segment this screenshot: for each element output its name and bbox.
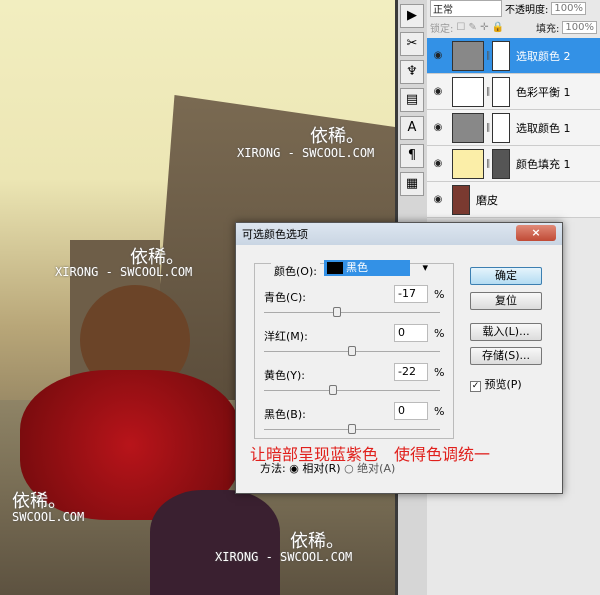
color-label: 颜色(O): (271, 263, 320, 279)
selective-color-dialog: 可选颜色选项 × 颜色(O): 黑色 ▾ 青色(C): -17 % 洋红(M): … (235, 222, 563, 494)
method-label: 方法: (260, 462, 286, 475)
dropdown-arrow-icon[interactable]: ▾ (422, 260, 428, 276)
link-icon: ∥ (485, 86, 491, 97)
tools-icon[interactable]: ✂ (400, 32, 424, 56)
slider-value-input[interactable]: 0 (394, 324, 428, 342)
ok-button[interactable]: 确定 (470, 267, 542, 285)
layer-name: 磨皮 (476, 193, 498, 207)
character-icon[interactable]: A (400, 116, 424, 140)
color-select-value: 黑色 (346, 261, 368, 274)
opacity-input[interactable]: 100% (551, 1, 586, 15)
watermark: XIRONG - SWCOOL.COM (215, 550, 353, 564)
slider-label: 黑色(B): (264, 408, 306, 421)
percent-label: % (434, 366, 445, 379)
eye-icon[interactable]: ◉ (427, 86, 449, 97)
clone-source-icon[interactable]: ▤ (400, 88, 424, 112)
eye-icon[interactable]: ◉ (427, 194, 449, 205)
mask-thumbnail (492, 112, 510, 143)
link-icon: ∥ (485, 50, 491, 61)
eye-icon[interactable]: ◉ (427, 122, 449, 133)
adjustment-thumbnail (452, 40, 484, 71)
fill-thumbnail (452, 148, 484, 179)
layer-row[interactable]: ◉ ∥ 选取颜色 1 (427, 110, 600, 146)
layer-name: 选取颜色 2 (516, 49, 571, 63)
checkbox-icon[interactable]: ✓ (470, 381, 481, 392)
color-swatch (327, 262, 343, 274)
preview-checkbox[interactable]: ✓ 预览(P) (470, 376, 522, 392)
opacity-label: 不透明度: (505, 4, 549, 16)
layer-row[interactable]: ◉ ∥ 色彩平衡 1 (427, 74, 600, 110)
layer-row[interactable]: ◉ ∥ 选取颜色 2 (427, 38, 600, 74)
radio-absolute[interactable]: ○ 绝对(A) (344, 462, 395, 475)
link-icon: ∥ (485, 158, 491, 169)
adjustment-thumbnail (452, 112, 484, 143)
slider-thumb[interactable] (348, 424, 356, 434)
watermark: XIRONG - SWCOOL.COM (237, 146, 375, 160)
paragraph-icon[interactable]: ¶ (400, 144, 424, 168)
percent-label: % (434, 288, 445, 301)
layer-thumbnail (452, 184, 470, 215)
slider-track[interactable] (264, 385, 440, 395)
slider-thumb[interactable] (348, 346, 356, 356)
radio-relative[interactable]: ◉ 相对(R) (289, 462, 340, 475)
slider-track[interactable] (264, 307, 440, 317)
link-icon: ∥ (485, 122, 491, 133)
percent-label: % (434, 405, 445, 418)
watermark: SWCOOL.COM (12, 510, 85, 524)
slider-value-input[interactable]: -22 (394, 363, 428, 381)
layer-name: 色彩平衡 1 (516, 85, 571, 99)
layer-name: 选取颜色 1 (516, 121, 571, 135)
method-row: 方法: ◉ 相对(R) ○ 绝对(A) (260, 460, 395, 476)
radio-label: 相对(R) (302, 462, 341, 475)
slider-track[interactable] (264, 424, 440, 434)
eye-icon[interactable]: ◉ (427, 158, 449, 169)
slider-track[interactable] (264, 346, 440, 356)
girl-body (150, 490, 280, 595)
notes-icon[interactable]: ▦ (400, 172, 424, 196)
lock-icons[interactable]: ☐ ✎ ✛ 🔒 (456, 22, 504, 33)
watermark: XIRONG - SWCOOL.COM (55, 265, 193, 279)
slider-label: 黄色(Y): (264, 369, 306, 382)
fill-input[interactable]: 100% (562, 20, 597, 34)
fill-label: 填充: (536, 23, 560, 35)
slider-label: 青色(C): (264, 291, 306, 304)
eye-icon[interactable]: ◉ (427, 50, 449, 61)
load-button[interactable]: 载入(L)... (470, 323, 542, 341)
play-icon[interactable]: ▶ (400, 4, 424, 28)
slider-thumb[interactable] (328, 385, 337, 395)
slider-label: 洋红(M): (264, 330, 308, 343)
slider-thumb[interactable] (333, 307, 342, 317)
layer-row[interactable]: ◉ ∥ 颜色填充 1 (427, 146, 600, 182)
close-button[interactable]: × (516, 225, 556, 241)
layer-name: 颜色填充 1 (516, 157, 571, 171)
watermark: 依稀。 (310, 126, 364, 147)
reset-button[interactable]: 复位 (470, 292, 542, 310)
dialog-title: 可选颜色选项 (236, 223, 562, 245)
radio-label: 绝对(A) (357, 462, 396, 475)
brush-presets-icon[interactable]: ♆ (400, 60, 424, 84)
mask-thumbnail (492, 76, 510, 107)
layer-row[interactable]: ◉ 磨皮 (427, 182, 600, 218)
mask-thumbnail (492, 148, 510, 179)
slider-value-input[interactable]: -17 (394, 285, 428, 303)
adjustment-thumbnail (452, 76, 484, 107)
preview-label: 预览(P) (484, 378, 522, 391)
mask-thumbnail (492, 40, 510, 71)
blend-mode-select[interactable]: 正常 (430, 0, 502, 17)
percent-label: % (434, 327, 445, 340)
slider-value-input[interactable]: 0 (394, 402, 428, 420)
save-button[interactable]: 存储(S)... (470, 347, 542, 365)
lock-label: 锁定: (430, 23, 454, 35)
color-select[interactable]: 黑色 ▾ (324, 260, 428, 276)
